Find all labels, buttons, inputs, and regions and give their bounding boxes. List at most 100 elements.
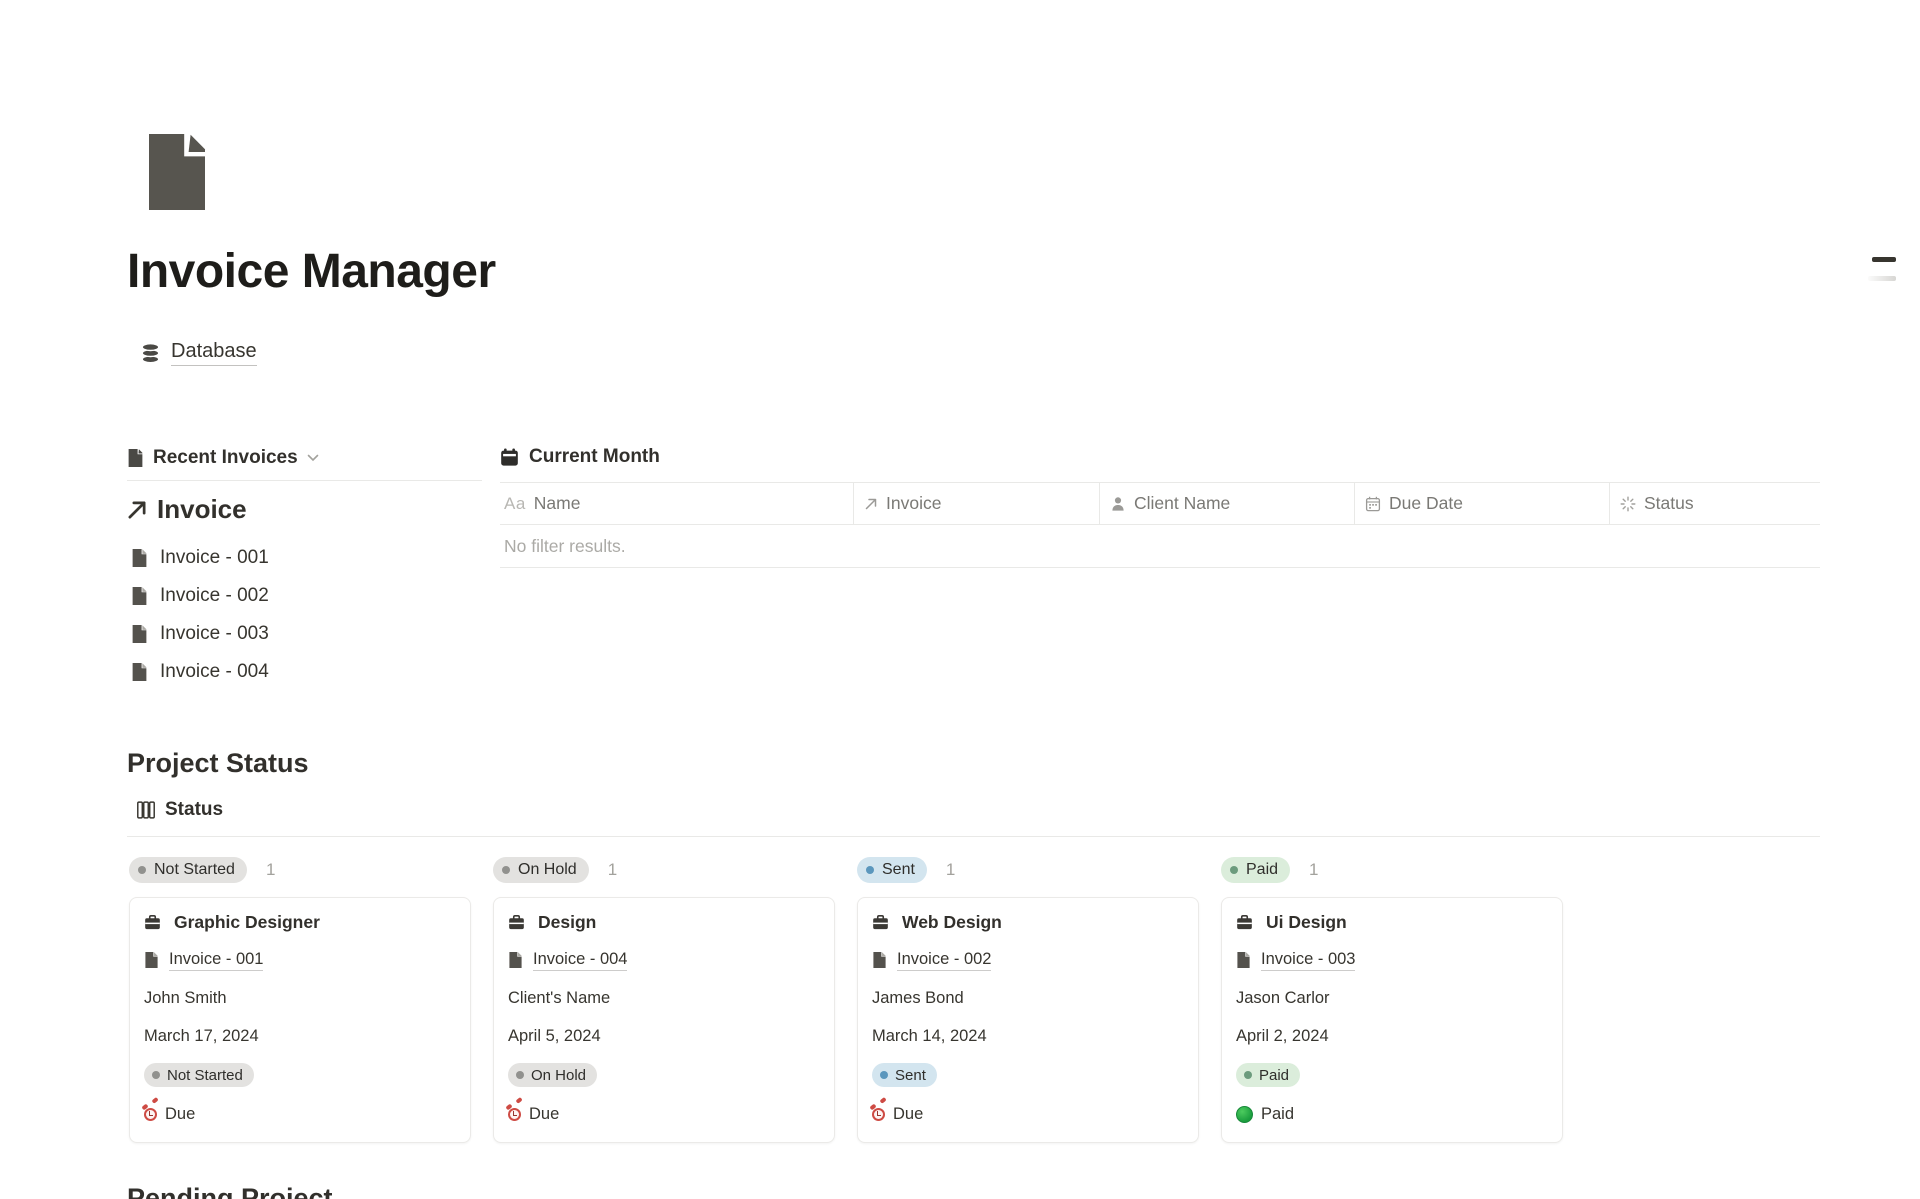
outline-bar-icon [1872, 257, 1896, 262]
card-invoice-link[interactable]: Invoice - 003 [1261, 950, 1355, 971]
card-invoice-link[interactable]: Invoice - 001 [169, 950, 263, 971]
kanban-column-header: On Hold 1 [493, 857, 835, 883]
card-title: Ui Design [1266, 912, 1347, 933]
status-view-tab[interactable]: Status [137, 796, 223, 824]
status-pill-label: Not Started [154, 861, 235, 879]
card-title: Web Design [902, 912, 1002, 933]
column-count: 1 [946, 860, 955, 880]
database-link-row[interactable]: Database [140, 340, 257, 366]
card-client-name: Client's Name [508, 989, 610, 1008]
empty-results-text: No filter results. [504, 536, 626, 557]
calendar-icon [1365, 496, 1381, 512]
kanban-card[interactable]: Ui Design Invoice - 003 Jason Carlor Apr… [1221, 897, 1563, 1143]
status-pill-label: Paid [1259, 1067, 1289, 1084]
briefcase-icon [872, 914, 889, 931]
outline-bar-icon [1868, 276, 1896, 281]
recent-invoices-view-tab[interactable]: Recent Invoices [127, 443, 482, 473]
table-empty-row: No filter results. [500, 525, 1820, 568]
status-dot-icon [516, 1071, 524, 1079]
green-circle-icon [1236, 1106, 1253, 1123]
pending-project-heading: Pending Project [127, 1183, 333, 1199]
invoice-list-item[interactable]: Invoice - 003 [127, 615, 482, 653]
calendar-icon [500, 448, 519, 467]
status-pill[interactable]: Not Started [129, 857, 247, 883]
card-title: Graphic Designer [174, 912, 320, 933]
card-client-name: Jason Carlor [1236, 989, 1330, 1008]
page-icon [131, 625, 148, 643]
card-invoice-link[interactable]: Invoice - 002 [897, 950, 991, 971]
card-footer-label: Paid [1261, 1105, 1294, 1124]
page-document-icon[interactable] [145, 133, 209, 211]
card-due-date: March 17, 2024 [144, 1027, 259, 1046]
column-header-due-date[interactable]: Due Date [1354, 483, 1609, 524]
invoice-list-item[interactable]: Invoice - 004 [127, 653, 482, 691]
board-header-divider [127, 836, 1820, 837]
card-client-name: James Bond [872, 989, 964, 1008]
column-header-status[interactable]: Status [1609, 483, 1820, 524]
card-due-date: April 2, 2024 [1236, 1027, 1329, 1046]
status-dot-icon [1230, 866, 1238, 874]
kanban-card[interactable]: Web Design Invoice - 002 James Bond Marc… [857, 897, 1199, 1143]
card-title: Design [538, 912, 596, 933]
status-pill-label: Not Started [167, 1067, 243, 1084]
kanban-card[interactable]: Design Invoice - 004 Client's Name April… [493, 897, 835, 1143]
status-dot-icon [880, 1071, 888, 1079]
arrow-up-right-icon [864, 497, 878, 511]
invoice-heading-label: Invoice [157, 494, 247, 525]
page-icon [508, 952, 523, 968]
page-icon [127, 449, 144, 467]
card-status-pill: Paid [1236, 1063, 1300, 1087]
status-pill[interactable]: On Hold [493, 857, 589, 883]
kanban-column-header: Not Started 1 [129, 857, 471, 883]
page-icon [1236, 952, 1251, 968]
outline-indicator[interactable] [1868, 257, 1896, 281]
kanban-board: Not Started 1 Graphic Designer [129, 857, 1563, 1143]
page-icon [131, 663, 148, 681]
invoice-item-label: Invoice - 001 [160, 547, 269, 569]
database-link[interactable]: Database [171, 340, 257, 366]
kanban-column-not-started: Not Started 1 Graphic Designer [129, 857, 471, 1143]
column-header-invoice[interactable]: Invoice [853, 483, 1099, 524]
status-pill[interactable]: Paid [1221, 857, 1290, 883]
column-header-client-name[interactable]: Client Name [1099, 483, 1354, 524]
status-dot-icon [866, 866, 874, 874]
card-footer-label: Due [893, 1105, 923, 1124]
briefcase-icon [508, 914, 525, 931]
column-count: 1 [266, 860, 275, 880]
alarm-clock-icon [508, 1108, 521, 1121]
invoice-heading[interactable]: Invoice [127, 494, 482, 525]
kanban-card[interactable]: Graphic Designer Invoice - 001 John Smit… [129, 897, 471, 1143]
card-status-pill: Sent [872, 1063, 937, 1087]
page-icon [872, 952, 887, 968]
page-title: Invoice Manager [127, 244, 496, 299]
kanban-column-on-hold: On Hold 1 Design [493, 857, 835, 1143]
column-label: Client Name [1134, 493, 1230, 514]
status-burst-icon [1620, 496, 1636, 512]
page-icon [131, 587, 148, 605]
status-dot-icon [138, 866, 146, 874]
alarm-clock-icon [872, 1108, 885, 1121]
kanban-column-header: Sent 1 [857, 857, 1199, 883]
invoice-list-item[interactable]: Invoice - 001 [127, 539, 482, 577]
card-due-date: March 14, 2024 [872, 1027, 987, 1046]
status-pill[interactable]: Sent [857, 857, 927, 883]
kanban-column-header: Paid 1 [1221, 857, 1563, 883]
status-dot-icon [502, 866, 510, 874]
status-pill-label: On Hold [531, 1067, 586, 1084]
page-icon [144, 952, 159, 968]
card-invoice-link[interactable]: Invoice - 004 [533, 950, 627, 971]
card-footer-label: Due [165, 1105, 195, 1124]
kanban-column-sent: Sent 1 Web Design [857, 857, 1199, 1143]
status-pill-label: On Hold [518, 861, 577, 879]
database-icon [140, 343, 161, 364]
status-pill-label: Sent [882, 861, 915, 879]
kanban-column-paid: Paid 1 Ui Design [1221, 857, 1563, 1143]
invoice-list-item[interactable]: Invoice - 002 [127, 577, 482, 615]
column-header-name[interactable]: Aa Name [500, 483, 853, 524]
current-month-view-tab[interactable]: Current Month [500, 441, 1820, 473]
briefcase-icon [144, 914, 161, 931]
person-icon [1110, 496, 1126, 512]
card-due-date: April 5, 2024 [508, 1027, 601, 1046]
card-client-name: John Smith [144, 989, 227, 1008]
card-status-pill: On Hold [508, 1063, 597, 1087]
